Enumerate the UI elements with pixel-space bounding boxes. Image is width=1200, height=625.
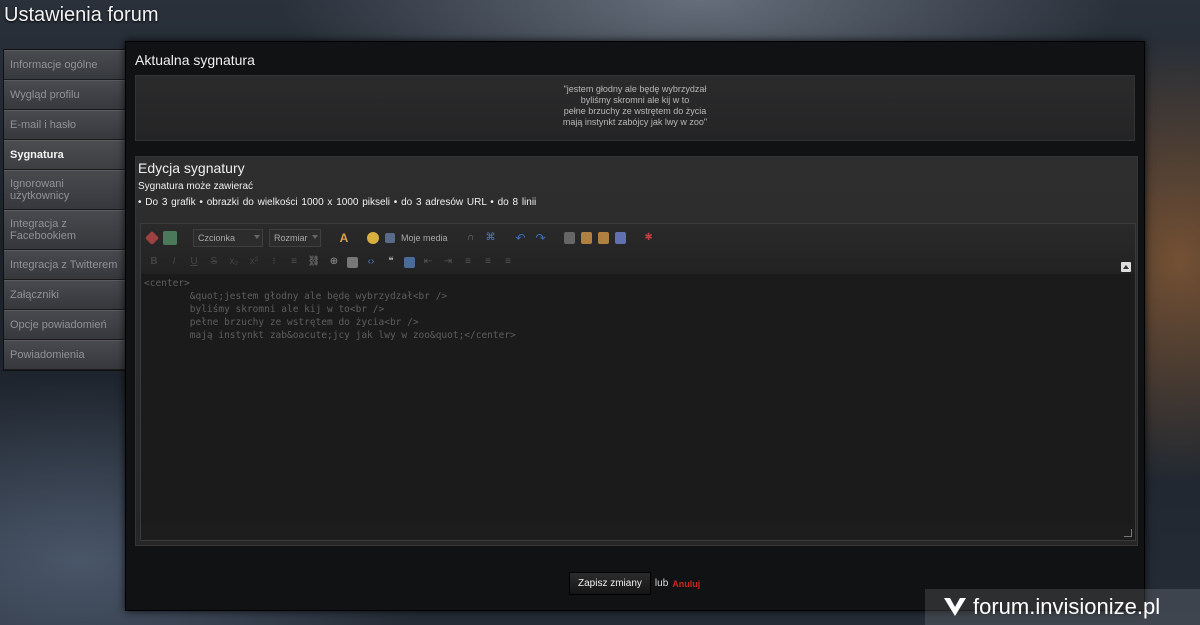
cancel-link[interactable]: Anuluj (672, 579, 700, 589)
site-watermark: forum.invisionize.pl (925, 589, 1200, 625)
edit-signature-title: Edycja sygnatury (138, 160, 245, 176)
rich-text-editor: Czcionka Rozmiar A Moje media ∩ ⌘ ↶ ↷ ✱ … (140, 223, 1136, 541)
sidebar-item-facebook[interactable]: Integracja z Facebookiem (4, 210, 125, 250)
emoticon-icon[interactable] (367, 232, 379, 244)
insert-link-icon[interactable]: ⛓ (307, 255, 321, 269)
sidebar-item-label: Integracja z Facebookiem (10, 218, 77, 242)
font-select[interactable]: Czcionka (193, 229, 263, 247)
settings-icon[interactable]: ✱ (642, 231, 656, 245)
form-actions: Zapisz zmiany lub Anuluj (569, 572, 700, 595)
signature-edit-section: Edycja sygnatury Sygnatura może zawierać… (135, 156, 1138, 546)
special-block-icon[interactable] (404, 256, 415, 268)
undo-icon[interactable]: ↶ (514, 231, 528, 245)
strikethrough-icon[interactable]: S (207, 255, 221, 269)
chevron-down-icon (312, 235, 318, 239)
align-right-icon[interactable]: ≡ (501, 255, 515, 269)
toolbar-row-2: B I U S x₂ x² ⁝ ≡ ⛓ ⊕ ‹› ❝ ⇤ ⇥ ≡ ≡ ≡ (147, 252, 515, 272)
italic-icon[interactable]: I (167, 255, 181, 269)
edit-signature-subtitle: Sygnatura może zawierać (138, 181, 254, 192)
signature-line: "jestem głodny ale będę wybrzydzał (563, 84, 707, 94)
signature-rules: • Do 3 grafik • obrazki do wielkości 100… (138, 197, 537, 208)
sidebar-item-label: Ignorowani użytkownicy (10, 178, 70, 202)
align-center-icon[interactable]: ≡ (481, 255, 495, 269)
paste-text-icon[interactable] (597, 232, 609, 244)
sidebar-item-label: Sygnatura (10, 149, 64, 161)
text-color-icon[interactable]: A (337, 231, 351, 245)
size-select[interactable]: Rozmiar (269, 229, 321, 247)
page-title: Ustawienia forum (4, 4, 159, 26)
sidebar-item-label: Wygląd profilu (10, 89, 80, 101)
indent-icon[interactable]: ⇥ (441, 255, 455, 269)
sidebar-item-profile-look[interactable]: Wygląd profilu (4, 80, 125, 110)
numbered-list-icon[interactable]: ≡ (287, 255, 301, 269)
signature-line: byliśmy skromni ale kij w to (580, 95, 690, 105)
outdent-icon[interactable]: ⇤ (421, 255, 435, 269)
sidebar-item-label: Opcje powiadomień (10, 319, 107, 331)
image-icon[interactable] (347, 256, 358, 268)
font-select-label: Czcionka (198, 233, 236, 243)
copy-icon[interactable] (563, 232, 575, 244)
signature-line: pełne brzuchy ze wstrętem do życia (563, 106, 707, 116)
bold-icon[interactable]: B (147, 255, 161, 269)
sidebar-item-label: Powiadomienia (10, 349, 85, 361)
toolbar-row-1: Czcionka Rozmiar A Moje media ∩ ⌘ ↶ ↷ ✱ (144, 228, 656, 248)
signature-source-textarea[interactable] (141, 274, 1131, 524)
code-icon[interactable]: ‹› (364, 255, 378, 269)
superscript-icon[interactable]: x² (247, 255, 261, 269)
save-changes-button[interactable]: Zapisz zmiany (569, 572, 651, 595)
sidebar-item-notifications[interactable]: Powiadomienia (4, 340, 125, 370)
resize-handle-icon[interactable] (1124, 529, 1132, 537)
quote-icon[interactable]: ❝ (384, 255, 398, 269)
sidebar-item-notification-options[interactable]: Opcje powiadomień (4, 310, 125, 340)
sidebar-item-label: Informacje ogólne (10, 59, 98, 71)
or-text: lub (654, 578, 669, 589)
collapse-toolbar-button[interactable] (1121, 262, 1131, 272)
subscript-icon[interactable]: x₂ (227, 255, 241, 269)
globe-icon[interactable]: ⊕ (327, 255, 341, 269)
paste-icon[interactable] (580, 232, 592, 244)
sidebar-item-label: E-mail i hasło (10, 119, 77, 131)
redo-icon[interactable]: ↷ (534, 231, 548, 245)
sidebar-item-general-info[interactable]: Informacje ogólne (4, 50, 125, 80)
paste-word-icon[interactable] (614, 232, 626, 244)
chevron-down-icon (254, 235, 260, 239)
sidebar-item-email-password[interactable]: E-mail i hasło (4, 110, 125, 140)
sidebar-item-twitter[interactable]: Integracja z Twitterem (4, 250, 125, 280)
sidebar-item-label: Integracja z Twitterem (10, 259, 118, 271)
bulleted-list-icon[interactable]: ⁝ (267, 255, 281, 269)
signature-line: mają instynkt zabójcy jak lwy w zoo" (562, 117, 708, 127)
eraser-icon[interactable] (144, 230, 160, 246)
sidebar-item-ignored-users[interactable]: Ignorowani użytkownicy (4, 170, 125, 210)
sidebar-item-attachments[interactable]: Załączniki (4, 280, 125, 310)
sidebar-item-signature[interactable]: Sygnatura (4, 140, 129, 170)
invisionize-logo-icon (944, 598, 966, 616)
signature-preview: "jestem głodny ale będę wybrzydzał byliś… (135, 75, 1135, 141)
current-signature-title: Aktualna sygnatura (135, 52, 255, 68)
watermark-text: forum.invisionize.pl (973, 594, 1161, 619)
unlink-icon[interactable]: ⌘ (484, 231, 498, 245)
editor-toolbar: Czcionka Rozmiar A Moje media ∩ ⌘ ↶ ↷ ✱ … (141, 224, 1135, 274)
size-select-label: Rozmiar (274, 233, 308, 243)
sidebar-item-label: Załączniki (10, 289, 59, 301)
underline-icon[interactable]: U (187, 255, 201, 269)
source-toggle-icon[interactable] (163, 231, 177, 245)
media-icon[interactable] (385, 233, 395, 243)
settings-sidebar: Informacje ogólne Wygląd profilu E-mail … (3, 49, 129, 371)
link-icon[interactable]: ∩ (464, 231, 478, 245)
settings-main-panel: Aktualna sygnatura "jestem głodny ale bę… (125, 41, 1145, 611)
my-media-label[interactable]: Moje media (401, 233, 448, 243)
align-left-icon[interactable]: ≡ (461, 255, 475, 269)
